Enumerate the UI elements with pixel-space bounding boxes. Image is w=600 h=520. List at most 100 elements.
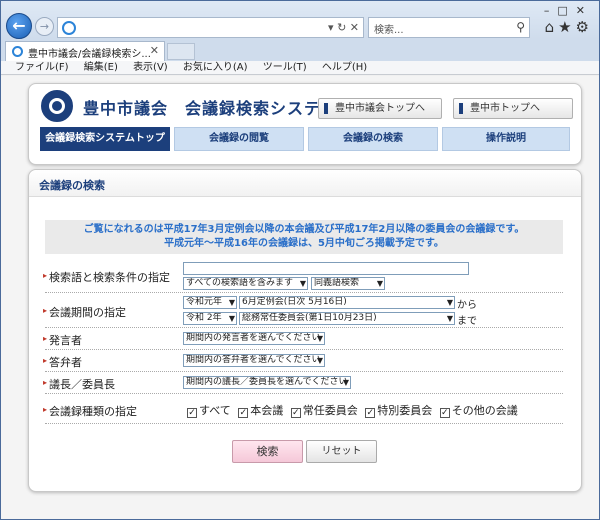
menu-file[interactable]: ファイル(F): [15, 62, 69, 73]
browser-window: ← → ▾ ↻ ✕ 検索... ⚲ –□✕ ⌂★⚙ 豊中市議会/会議録検索シ..…: [0, 0, 600, 520]
tab-title: 豊中市議会/会議録検索シ...: [28, 49, 151, 60]
chevron-down-icon: ▼: [228, 314, 235, 323]
synonym-mode-select[interactable]: 同義語検索 ▼: [311, 277, 385, 290]
site-header: 豊中市議会 会議録検索システム 豊中市議会トップへ 豊中市トップへ 会議録検索シ…: [28, 83, 582, 165]
period-from-suffix: から: [457, 300, 477, 311]
address-bar[interactable]: ▾ ↻ ✕: [57, 17, 364, 38]
menu-tools[interactable]: ツール(T): [263, 62, 307, 73]
availability-notice: ご覧になれるのは平成17年3月定例会以降の本会議及び平成17年2月以降の委員会の…: [45, 220, 563, 254]
period-from-era-select[interactable]: 令和元年 ▼: [183, 296, 237, 309]
site-title: 豊中市議会 会議録検索システム: [83, 99, 338, 118]
menu-favorites[interactable]: お気に入り(A): [183, 62, 248, 73]
keyword-mode-select[interactable]: すべての検索語を含みます ▼: [183, 277, 308, 290]
tab-active[interactable]: 豊中市議会/会議録検索シ... ✕: [5, 41, 165, 61]
select-value: すべての検索語を含みます: [186, 278, 294, 288]
menu-view[interactable]: 表示(V): [133, 62, 168, 73]
city-top-button[interactable]: 豊中市トップへ: [453, 98, 573, 119]
nav-browse[interactable]: 会議録の閲覧: [174, 127, 304, 151]
search-placeholder: 検索...: [374, 25, 404, 36]
page-viewport: 豊中市議会 会議録検索システム 豊中市議会トップへ 豊中市トップへ 会議録検索シ…: [1, 76, 599, 519]
menu-help[interactable]: ヘルプ(H): [322, 62, 367, 73]
tab-bar: 豊中市議会/会議録検索シ... ✕: [1, 39, 599, 61]
chevron-down-icon: ▼: [316, 334, 323, 343]
select-value: 期間内の議長／委員長を選んでください: [186, 377, 348, 387]
period-from-session-select[interactable]: 6月定例会(日次 5月16日) ▼: [239, 296, 455, 309]
home-icon[interactable]: ⌂: [545, 18, 559, 36]
refresh-icon[interactable]: ↻: [337, 21, 346, 34]
council-top-label: 豊中市議会トップへ: [335, 103, 425, 114]
close-icon[interactable]: ✕: [350, 21, 359, 34]
favorites-star-icon[interactable]: ★: [558, 18, 575, 36]
speaker-label: 発言者: [43, 332, 82, 348]
new-tab-button[interactable]: [167, 43, 195, 60]
keyword-row: 検索語と検索条件の指定 すべての検索語を含みます ▼ 同義語検索 ▼: [43, 260, 563, 293]
gear-icon[interactable]: ⚙: [576, 18, 593, 36]
search-icon[interactable]: ⚲: [516, 20, 525, 34]
checkbox-label: すべて: [199, 404, 231, 417]
chevron-down-icon: ▼: [299, 279, 306, 288]
menu-bar: ファイル(F) 編集(E) 表示(V) お気に入り(A) ツール(T) ヘルプ(…: [1, 61, 599, 75]
chair-label: 議長／委員長: [43, 376, 115, 392]
speaker-select[interactable]: 期間内の発言者を選んでください ▼: [183, 332, 325, 345]
chevron-down-icon: ▼: [446, 314, 453, 323]
chevron-down-icon: ▼: [316, 356, 323, 365]
checkbox-label: 本会議: [250, 404, 284, 417]
checkbox-checked-icon: ✓: [290, 408, 301, 418]
back-button[interactable]: ←: [6, 13, 32, 39]
nav-search[interactable]: 会議録の検索: [308, 127, 438, 151]
address-tools: ▾ ↻ ✕: [328, 21, 359, 34]
close-window-icon[interactable]: ✕: [576, 4, 593, 17]
chair-row: 議長／委員長 期間内の議長／委員長を選んでください▼: [43, 372, 563, 394]
type-label: 会議録種類の指定: [43, 403, 137, 419]
browser-search-input[interactable]: 検索... ⚲: [368, 17, 530, 38]
chevron-down-icon: ▼: [376, 279, 383, 288]
period-to-era-select[interactable]: 令和 2年 ▼: [183, 312, 237, 325]
chevron-down-icon: ▼: [228, 298, 235, 307]
type-checkboxes: ✓ すべて ✓ 本会議 ✓ 常任委員会 ✓ 特別委員会 ✓ その他の会議: [187, 402, 522, 418]
notice-line-2: 平成元年～平成16年の会議録は、5月中旬ごろ掲載予定です。: [164, 238, 444, 249]
select-value: 令和元年: [186, 297, 223, 307]
keyword-label: 検索語と検索条件の指定: [43, 269, 170, 285]
answerer-select[interactable]: 期間内の答弁者を選んでください ▼: [183, 354, 325, 367]
nav-search-system-top[interactable]: 会議録検索システムトップ: [40, 127, 170, 151]
type-row: 会議録種類の指定 ✓すべて ✓本会議 ✓常任委員会 ✓特別委員会 ✓その他の会議: [43, 394, 563, 424]
page-title: 会議録の検索: [29, 170, 581, 197]
checkbox-label: 特別委員会: [377, 404, 433, 417]
type-checkbox-plenary[interactable]: ✓ 本会議: [238, 404, 284, 418]
select-value: 総務常任委員会(第1日10月23日): [242, 313, 377, 323]
period-label: 会議期間の指定: [43, 304, 126, 320]
nav-help[interactable]: 操作説明: [442, 127, 570, 151]
maximize-icon[interactable]: □: [557, 4, 575, 17]
type-checkbox-other[interactable]: ✓ その他の会議: [439, 404, 518, 418]
minimize-icon[interactable]: –: [544, 4, 558, 17]
checkbox-checked-icon: ✓: [238, 408, 249, 418]
answerer-label: 答弁者: [43, 354, 82, 370]
ie-icon: [62, 21, 76, 35]
type-checkbox-standing[interactable]: ✓ 常任委員会: [290, 404, 358, 418]
chevron-down-icon[interactable]: ▾: [328, 21, 334, 34]
forward-button[interactable]: →: [35, 17, 54, 36]
select-value: 6月定例会(日次 5月16日): [242, 297, 347, 307]
checkbox-checked-icon: ✓: [439, 408, 450, 418]
menu-edit[interactable]: 編集(E): [84, 62, 118, 73]
type-checkbox-special[interactable]: ✓ 特別委員会: [365, 404, 433, 418]
browser-navbar: ← → ▾ ↻ ✕ 検索... ⚲ –□✕ ⌂★⚙: [1, 1, 599, 39]
chair-select[interactable]: 期間内の議長／委員長を選んでください ▼: [183, 376, 351, 389]
period-to-suffix: まで: [457, 316, 477, 327]
nav-label: 会議録の検索: [343, 133, 403, 144]
period-to-session-select[interactable]: 総務常任委員会(第1日10月23日) ▼: [239, 312, 455, 325]
city-top-label: 豊中市トップへ: [470, 103, 540, 114]
search-panel: 会議録の検索 ご覧になれるのは平成17年3月定例会以降の本会議及び平成17年2月…: [28, 169, 582, 492]
council-top-button[interactable]: 豊中市議会トップへ: [318, 98, 442, 119]
arrow-right-icon: →: [39, 20, 50, 33]
keyword-input[interactable]: [183, 262, 469, 275]
toyonaka-logo: [41, 90, 73, 122]
browser-right-icons: ⌂★⚙: [545, 18, 593, 36]
tab-close-icon[interactable]: ✕: [150, 44, 159, 57]
reset-button[interactable]: リセット: [306, 440, 377, 463]
ie-icon: [12, 46, 23, 57]
search-button[interactable]: 検索: [232, 440, 303, 463]
checkbox-label: 常任委員会: [302, 404, 358, 417]
chevron-down-icon: ▼: [446, 298, 453, 307]
type-checkbox-all[interactable]: ✓ すべて: [187, 404, 231, 418]
